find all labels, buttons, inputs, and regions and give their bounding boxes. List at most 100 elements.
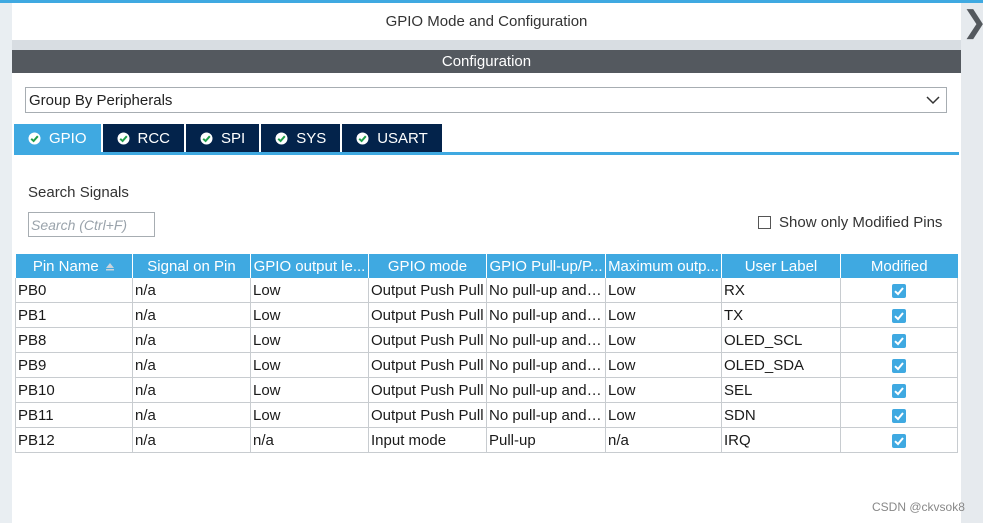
pull-cell: No pull-up and ... [486,302,606,328]
tab-label: RCC [137,129,171,147]
check-circle-icon [28,132,41,144]
table-row[interactable]: PB9 n/a Low Output Push Pull No pull-up … [15,352,958,378]
left-edge [0,3,12,523]
table-row[interactable]: PB10 n/a Low Output Push Pull No pull-up… [15,377,958,403]
table-row[interactable]: PB11 n/a Low Output Push Pull No pull-up… [15,402,958,428]
gpio-mode-cell: Output Push Pull [368,352,487,378]
group-by-select[interactable]: Group By Peripherals [25,87,947,113]
gpio-mode-cell: Output Push Pull [368,278,487,303]
column-header-max-output[interactable]: Maximum outp... [605,254,722,278]
pull-cell: No pull-up and ... [486,278,606,303]
peripheral-tabs: GPIO RCC SPI SYS USART [14,124,444,152]
pin-name-cell: PB9 [15,352,133,378]
user-label-cell: TX [721,302,841,328]
max-output-cell: Low [605,302,722,328]
pin-table: Pin Name Signal on Pin GPIO output le...… [15,254,958,453]
gpio-mode-cell: Output Push Pull [368,302,487,328]
pin-name-cell: PB1 [15,302,133,328]
output-level-cell: Low [250,302,369,328]
table-row[interactable]: PB1 n/a Low Output Push Pull No pull-up … [15,302,958,328]
signal-cell: n/a [132,278,251,303]
show-modified-toggle[interactable]: Show only Modified Pins [758,212,942,232]
gpio-mode-cell: Output Push Pull [368,327,487,353]
table-row[interactable]: PB8 n/a Low Output Push Pull No pull-up … [15,327,958,353]
user-label-cell: SDN [721,402,841,428]
modified-cell [840,402,958,428]
signal-cell: n/a [132,377,251,403]
pull-cell: Pull-up [486,427,606,453]
column-header-signal[interactable]: Signal on Pin [132,254,251,278]
divider [12,40,961,50]
right-edge [961,3,983,523]
checked-checkbox-icon[interactable] [892,383,906,398]
user-label-cell: RX [721,278,841,303]
table-body: PB0 n/a Low Output Push Pull No pull-up … [15,278,958,453]
tab-usart[interactable]: USART [342,124,442,152]
pull-cell: No pull-up and ... [486,327,606,353]
modified-cell [840,352,958,378]
watermark-text: CSDN @ckvsok8 [872,500,965,514]
user-label-cell: OLED_SCL [721,327,841,353]
tab-sys[interactable]: SYS [261,124,341,152]
collapse-handle-icon[interactable]: ❯ [962,8,983,42]
max-output-cell: Low [605,377,722,403]
check-circle-icon [117,132,130,144]
gpio-mode-cell: Output Push Pull [368,402,487,428]
tab-label: SPI [221,129,246,147]
pin-name-cell: PB12 [15,427,133,453]
output-level-cell: Low [250,377,369,403]
search-label: Search Signals [28,184,129,201]
output-level-cell: n/a [250,427,369,453]
tab-label: GPIO [49,129,87,147]
column-header-label: Pin Name [32,257,99,275]
gpio-mode-cell: Input mode [368,427,487,453]
check-circle-icon [275,132,288,144]
checked-checkbox-icon[interactable] [892,308,906,323]
column-header-user-label[interactable]: User Label [721,254,841,278]
tab-spi[interactable]: SPI [186,124,260,152]
signal-cell: n/a [132,302,251,328]
gpio-mode-cell: Output Push Pull [368,377,487,403]
panel-title: GPIO Mode and Configuration [12,3,961,40]
checked-checkbox-icon[interactable] [892,433,906,448]
checked-checkbox-icon[interactable] [892,333,906,348]
checked-checkbox-icon[interactable] [892,358,906,373]
checkbox[interactable] [758,215,771,229]
max-output-cell: Low [605,402,722,428]
signal-cell: n/a [132,427,251,453]
pin-name-cell: PB10 [15,377,133,403]
tab-label: USART [377,129,428,147]
user-label-cell: OLED_SDA [721,352,841,378]
modified-cell [840,302,958,328]
user-label-cell: IRQ [721,427,841,453]
max-output-cell: n/a [605,427,722,453]
column-header-modified[interactable]: Modified [840,254,958,278]
chevron-down-icon [926,96,940,105]
output-level-cell: Low [250,402,369,428]
tab-label: SYS [296,129,327,147]
modified-cell [840,377,958,403]
output-level-cell: Low [250,327,369,353]
tab-gpio[interactable]: GPIO [14,124,101,152]
modified-cell [840,427,958,453]
sort-ascending-icon [105,262,114,271]
pin-name-cell: PB11 [15,402,133,428]
output-level-cell: Low [250,352,369,378]
checked-checkbox-icon[interactable] [892,408,906,423]
signal-cell: n/a [132,402,251,428]
search-input[interactable] [28,212,155,237]
max-output-cell: Low [605,352,722,378]
max-output-cell: Low [605,278,722,303]
tab-rcc[interactable]: RCC [102,124,185,152]
column-header-pin-name[interactable]: Pin Name [15,254,133,278]
pull-cell: No pull-up and ... [486,352,606,378]
table-row[interactable]: PB12 n/a n/a Input mode Pull-up n/a IRQ [15,427,958,453]
table-row[interactable]: PB0 n/a Low Output Push Pull No pull-up … [15,278,958,303]
column-header-pull[interactable]: GPIO Pull-up/P... [486,254,606,278]
checked-checkbox-icon[interactable] [892,283,906,298]
column-header-output-level[interactable]: GPIO output le... [250,254,369,278]
configuration-header: Configuration [12,50,961,73]
column-header-gpio-mode[interactable]: GPIO mode [368,254,487,278]
pull-cell: No pull-up and ... [486,377,606,403]
pin-name-cell: PB8 [15,327,133,353]
